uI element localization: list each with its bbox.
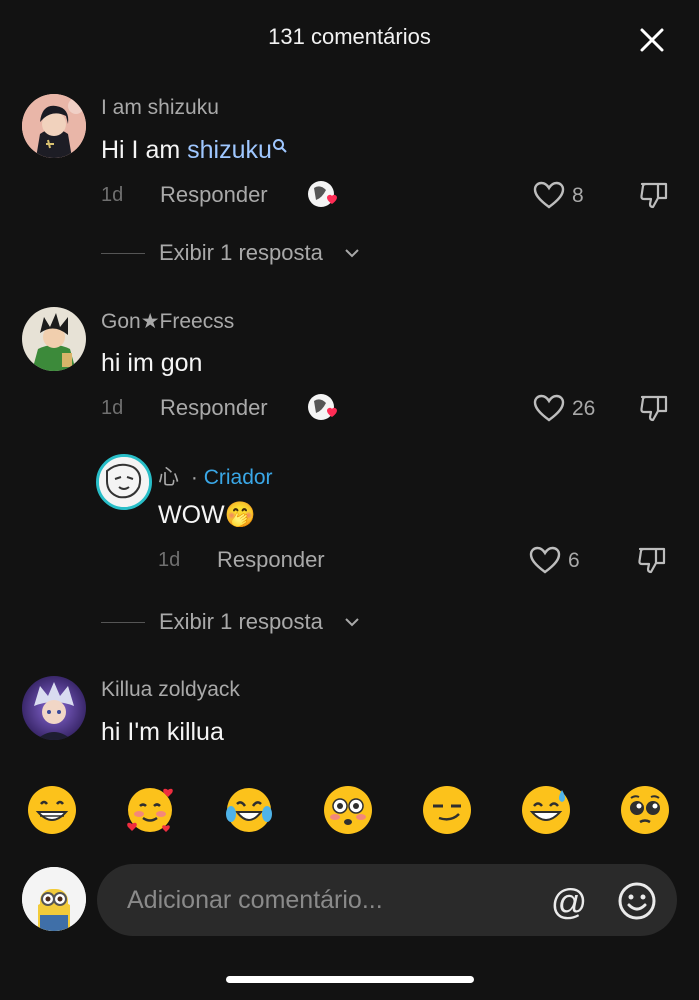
avatar[interactable] [22, 307, 86, 371]
comment-text: hi I'm killua [101, 718, 224, 746]
view-replies-button[interactable]: Exibir 1 resposta [101, 238, 371, 268]
close-icon[interactable] [636, 24, 668, 56]
like-count: 8 [572, 184, 584, 207]
comment-time: 1d [101, 184, 124, 206]
divider-line [101, 622, 145, 623]
creator-badge: Criador [203, 466, 273, 489]
chevron-down-icon [345, 249, 359, 258]
avatar[interactable] [22, 676, 86, 740]
comment-text: Hi I am shizuku [101, 136, 288, 165]
view-replies-button[interactable]: Exibir 1 resposta [101, 607, 371, 637]
mention-link[interactable]: shizuku [187, 136, 272, 164]
search-icon[interactable] [272, 138, 288, 154]
comments-count-title: 131 comentários [268, 24, 431, 49]
home-indicator [226, 976, 474, 983]
comment-text-prefix: Hi I am [101, 136, 188, 164]
separator-dot: · [190, 466, 198, 489]
mention-at-button[interactable]: @ [549, 882, 589, 922]
comment-text: hi im gon [101, 349, 203, 377]
creator-liked-icon [306, 178, 342, 210]
view-replies-label: Exibir 1 resposta [159, 240, 323, 265]
emoji-grin-icon[interactable] [26, 784, 78, 836]
comment-username[interactable]: I am shizuku [101, 96, 219, 120]
emoji-smirk-icon[interactable] [421, 784, 473, 836]
comment-list[interactable]: I am shizuku Hi I am shizuku 1d Responde… [0, 76, 699, 766]
avatar[interactable] [96, 454, 152, 510]
dislike-icon[interactable] [638, 392, 670, 424]
emoji-flushed-icon[interactable] [322, 784, 374, 836]
heart-icon[interactable] [532, 393, 566, 423]
reply-username: 心 · Criador [158, 461, 273, 491]
comments-header: 131 comentários [0, 0, 699, 76]
heart-icon[interactable] [528, 545, 562, 575]
dislike-icon[interactable] [636, 544, 668, 576]
comment-composer: Adicionar comentário... @ [0, 860, 699, 940]
chevron-down-icon [345, 618, 359, 627]
my-avatar[interactable] [22, 867, 86, 931]
emoji-tears-of-joy-icon[interactable] [223, 784, 275, 836]
heart-icon[interactable] [532, 180, 566, 210]
reply-button[interactable]: Responder [160, 182, 268, 208]
quick-emoji-bar [0, 784, 699, 844]
like-count: 26 [572, 397, 596, 420]
emoji-pleading-icon[interactable] [619, 784, 671, 836]
comment-username[interactable]: Killua zoldyack [101, 678, 240, 702]
emoji-hearts-icon[interactable] [124, 784, 176, 836]
avatar[interactable] [22, 94, 86, 158]
reply-username-text[interactable]: 心 [158, 466, 179, 489]
reply-text: WOW🤭 [158, 501, 256, 529]
dislike-icon[interactable] [638, 179, 670, 211]
reply-time: 1d [158, 549, 181, 571]
emoji-sweat-smile-icon[interactable] [520, 784, 572, 836]
creator-liked-icon [306, 391, 342, 423]
comment-username[interactable]: Gon★Freecss [101, 309, 234, 334]
comment-input-placeholder: Adicionar comentário... [127, 886, 383, 914]
like-count: 6 [568, 549, 580, 572]
emoji-picker-icon[interactable] [617, 881, 657, 921]
view-replies-label: Exibir 1 resposta [159, 609, 323, 634]
divider-line [101, 253, 145, 254]
reply-button[interactable]: Responder [217, 547, 325, 573]
comment-input[interactable]: Adicionar comentário... @ [97, 864, 677, 936]
reply-button[interactable]: Responder [160, 395, 268, 421]
comment-time: 1d [101, 397, 124, 419]
